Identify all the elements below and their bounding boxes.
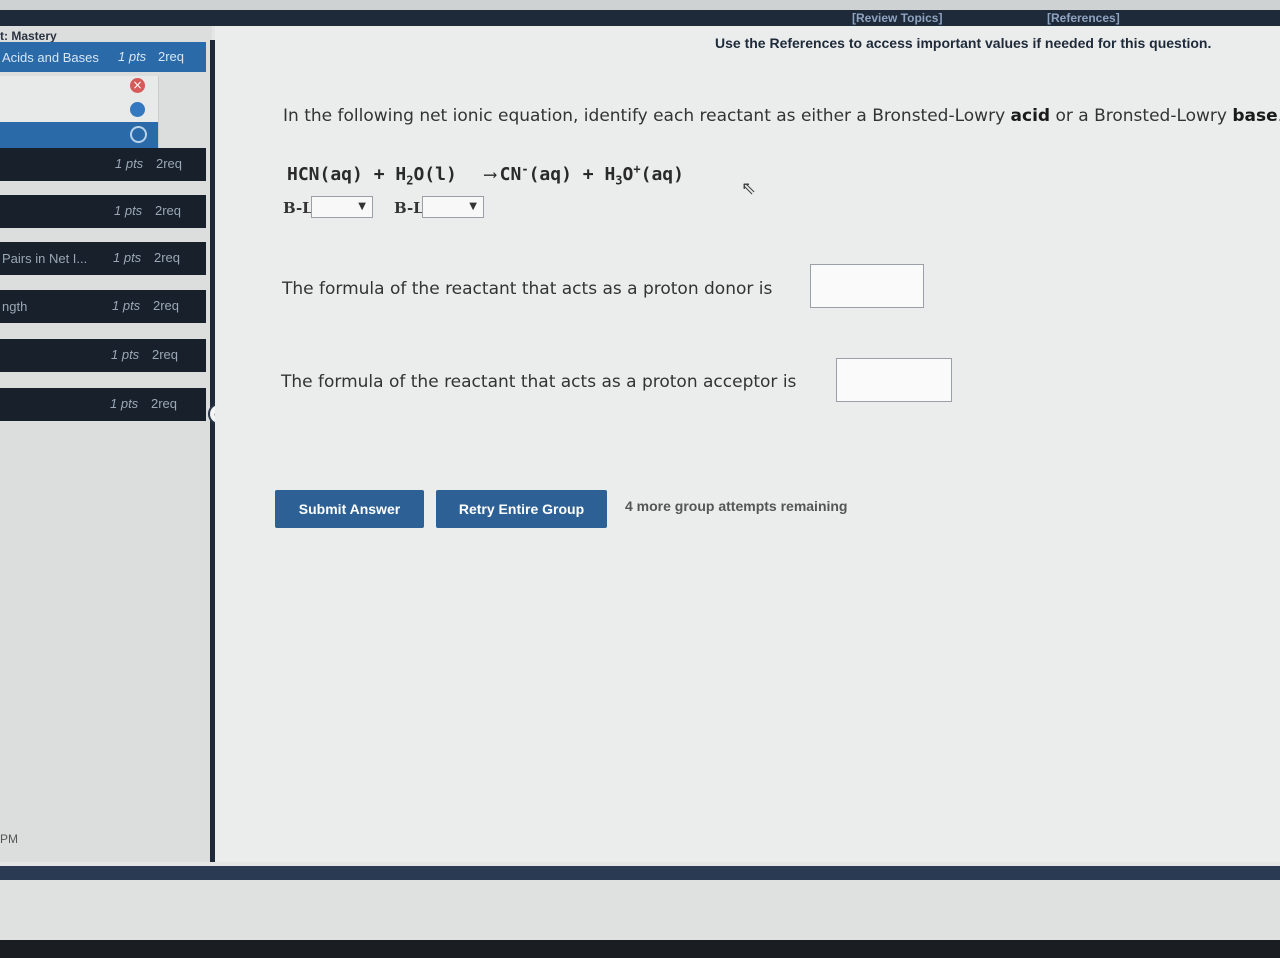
sidebar-item-acids-and-bases[interactable]: Acids and Bases 1 pts 2req xyxy=(0,42,206,72)
reactant-1-bl-select[interactable]: ▼ xyxy=(311,196,373,218)
sidebar-item-3[interactable]: 1 pts 2req xyxy=(0,195,206,228)
sidebar-item-req: 2req xyxy=(155,203,182,218)
attempts-remaining: 4 more group attempts remaining xyxy=(625,498,848,514)
plus-sign: + xyxy=(362,164,396,185)
question-prompt: In the following net ionic equation, ide… xyxy=(283,106,1280,126)
bl-label-1: B-L xyxy=(283,199,313,217)
plus-sign: + xyxy=(571,164,605,185)
sidebar-item-label: Acids and Bases xyxy=(2,50,99,65)
reaction-arrow-icon: ⟶ xyxy=(484,164,496,185)
references-link[interactable]: [References] xyxy=(1047,11,1120,25)
reactant-1: HCN(aq) xyxy=(287,164,363,185)
question-panel: Use the References to access important v… xyxy=(215,26,1280,862)
sidebar-item-label: ngth xyxy=(2,299,28,314)
sidebar-item-6[interactable]: 1 pts 2req xyxy=(0,339,206,372)
prompt-text-1: In the following net ionic equation, ide… xyxy=(283,106,1011,126)
sidebar-item-points: 1 pts xyxy=(111,347,140,362)
sidebar-item-req: 2req xyxy=(153,298,180,313)
sidebar-item-points: 1 pts xyxy=(115,156,144,171)
sidebar-item-points: 1 pts xyxy=(114,203,143,218)
footer-area xyxy=(0,880,1280,940)
sidebar-item-points: 1 pts xyxy=(118,49,147,64)
review-topics-link[interactable]: [Review Topics] xyxy=(852,11,942,25)
submit-answer-button[interactable]: Submit Answer xyxy=(275,490,424,528)
sidebar-item-points: 1 pts xyxy=(110,396,139,411)
sidebar-item-req: 2req xyxy=(156,156,183,171)
chevron-down-icon: ▼ xyxy=(358,201,366,212)
sidebar-item-req: 2req xyxy=(152,347,179,362)
proton-donor-question: The formula of the reactant that acts as… xyxy=(282,279,773,299)
prompt-base: base xyxy=(1232,106,1278,126)
sidebar-item-7[interactable]: 1 pts 2req xyxy=(0,388,206,421)
sidebar-title: t: Mastery xyxy=(0,29,57,43)
screen-bezel xyxy=(0,940,1280,958)
chevron-down-icon: ▼ xyxy=(469,201,477,212)
bl-label-2: B-L xyxy=(394,199,424,217)
assignment-sidebar: t: Mastery Acids and Bases 1 pts 2req × … xyxy=(0,26,212,862)
top-strip xyxy=(0,0,1280,10)
prompt-text-2: or a Bronsted-Lowry xyxy=(1050,106,1233,126)
sidebar-item-points: 1 pts xyxy=(112,298,141,313)
sidebar-item-req: 2req xyxy=(154,250,181,265)
sidebar-item-req: 2req xyxy=(151,396,178,411)
top-nav-bar: [Review Topics] [References] xyxy=(0,10,1280,26)
proton-donor-input[interactable] xyxy=(810,264,924,308)
sidebar-item-strength[interactable]: ngth 1 pts 2req xyxy=(0,290,206,323)
sidebar-item-req: 2req xyxy=(158,49,185,64)
sidebar-item-conjugate-pairs[interactable]: Pairs in Net I... 1 pts 2req xyxy=(0,242,206,275)
answered-status-icon[interactable] xyxy=(130,102,145,117)
current-status-icon[interactable] xyxy=(130,126,147,143)
sidebar-item-points: 1 pts xyxy=(113,250,142,265)
incorrect-status-icon[interactable]: × xyxy=(130,78,145,93)
proton-acceptor-input[interactable] xyxy=(836,358,952,402)
bottom-bar xyxy=(0,866,1280,880)
retry-entire-group-button[interactable]: Retry Entire Group xyxy=(436,490,607,528)
sidebar-time: PM xyxy=(0,832,18,846)
prompt-acid: acid xyxy=(1010,106,1051,126)
mouse-cursor-icon: ⇖ xyxy=(741,178,757,199)
reactant-2: H2O(l) xyxy=(395,164,457,188)
reactant-2-bl-select[interactable]: ▼ xyxy=(422,196,484,218)
product-2: H3O+(aq) xyxy=(604,162,684,188)
sidebar-item-2[interactable]: 1 pts 2req xyxy=(0,148,206,181)
proton-acceptor-question: The formula of the reactant that acts as… xyxy=(281,372,797,392)
product-1: CN-(aq) xyxy=(499,162,572,185)
sidebar-item-label: Pairs in Net I... xyxy=(2,251,88,266)
references-note: Use the References to access important v… xyxy=(715,35,1212,51)
net-ionic-equation: HCN(aq) + H2O(l) ⟶ CN-(aq) + H3O+(aq) xyxy=(287,162,684,188)
